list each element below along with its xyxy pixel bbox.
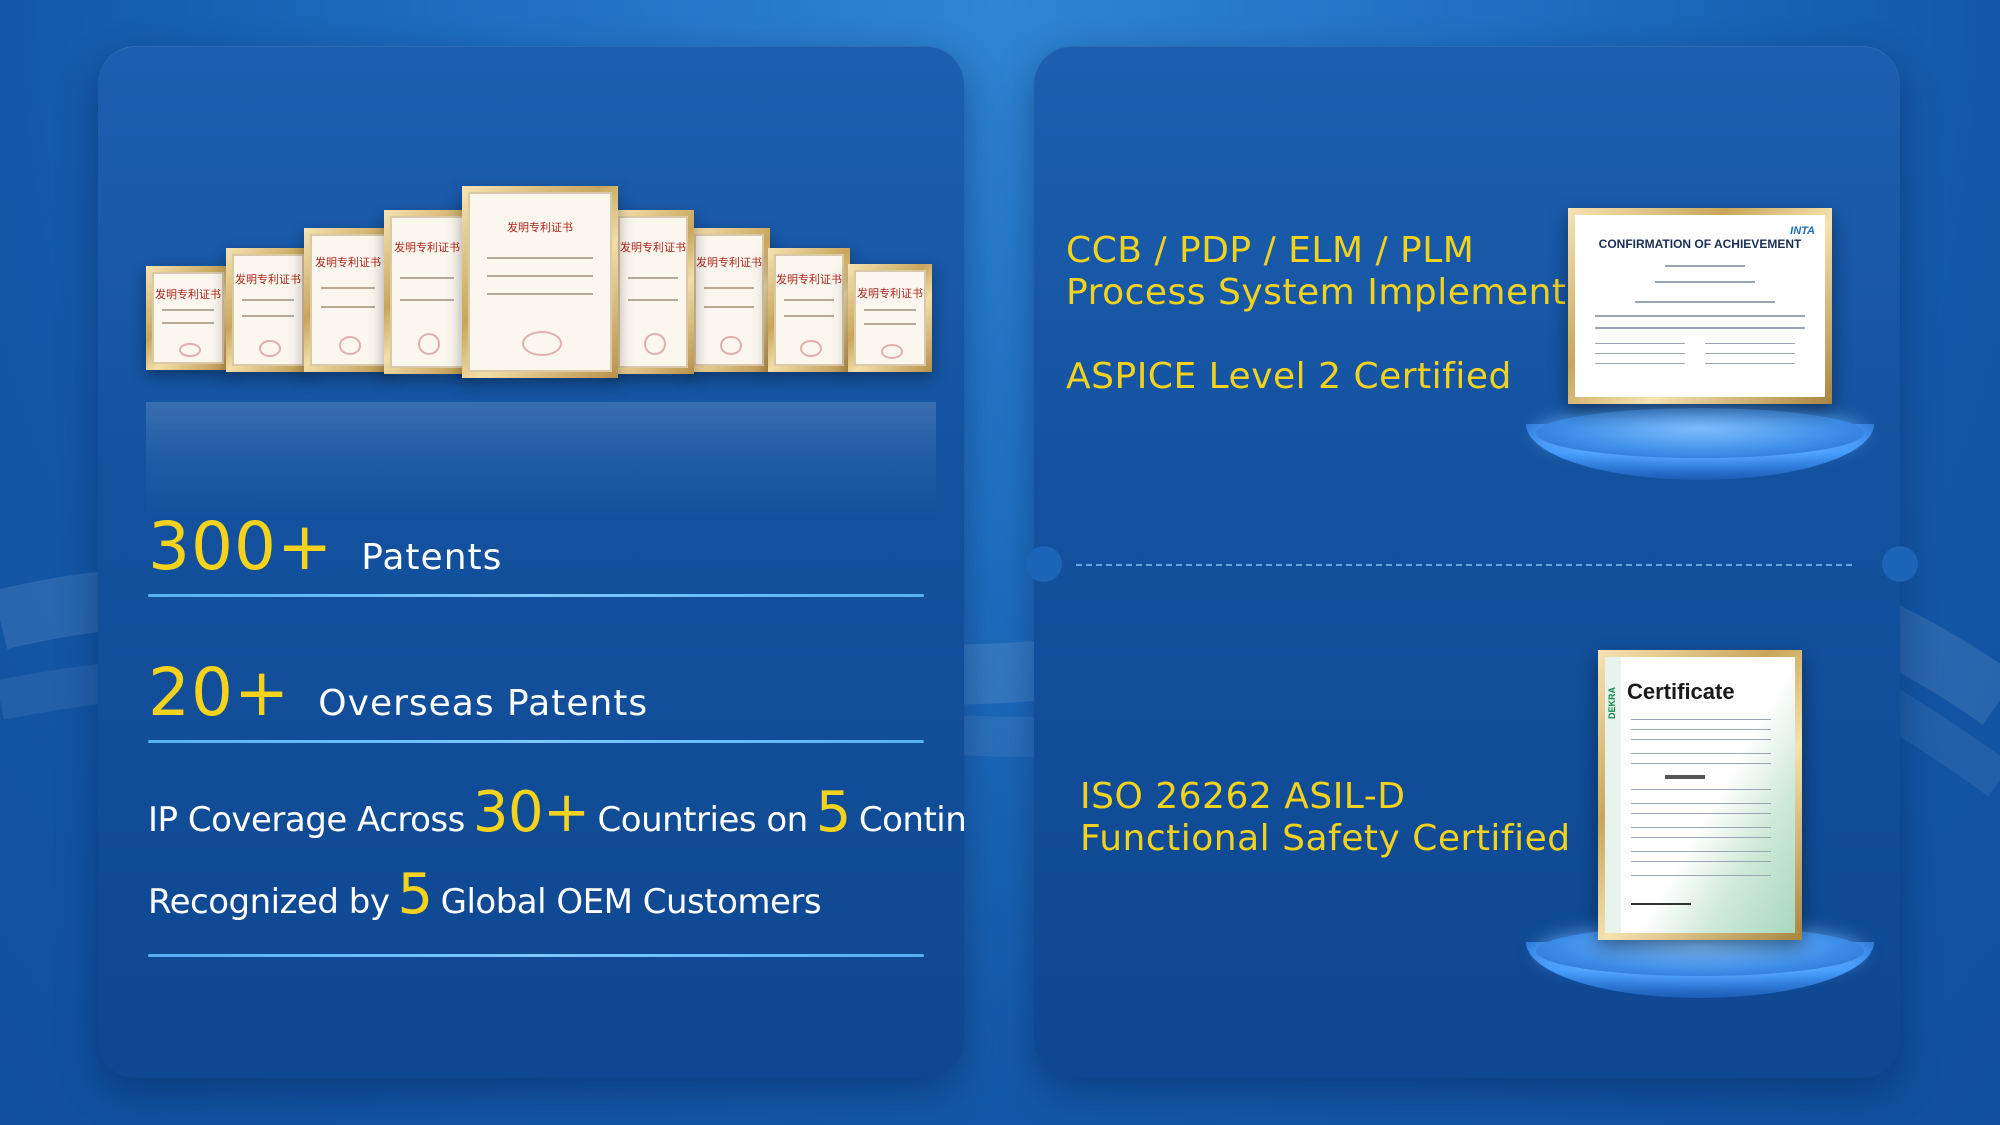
- patent-certificate: 发明专利证书: [146, 266, 230, 370]
- process-system-text: CCB / PDP / ELM / PLM Process System Imp…: [1066, 230, 1613, 313]
- patent-certificate: 发明专利证书: [384, 210, 470, 374]
- patent-certificate: 发明专利证书: [226, 248, 310, 372]
- iso-certificate-title: Certificate: [1627, 679, 1735, 704]
- iso-26262-text: ISO 26262 ASIL-D Functional Safety Certi…: [1080, 776, 1571, 859]
- patent-certificate: 发明专利证书: [612, 210, 694, 374]
- divider: [148, 594, 924, 597]
- patent-certificate: 发明专利证书: [768, 248, 850, 372]
- overseas-patents-count: 20+: [148, 654, 291, 731]
- iso-certificate: DEKRA Certificate: [1598, 650, 1802, 940]
- patent-certificate: 发明专利证书: [304, 228, 392, 372]
- aspice-certificate: CONFIRMATION OF ACHIEVEMENT INTA: [1568, 208, 1832, 404]
- divider: [148, 740, 924, 743]
- card-notch: [1882, 546, 1918, 582]
- patent-certificate-main: 发明专利证书: [462, 186, 618, 378]
- patents-label: Patents: [361, 537, 503, 578]
- patent-certificate: 发明专利证书: [848, 264, 932, 372]
- patent-certificates-row: 发明专利证书 发明专利证书 发明专利证书 发明专利证书 发明专利证书 发明专利证…: [146, 140, 936, 400]
- dekra-logo: DEKRA: [1607, 687, 1617, 720]
- dashed-divider: [1076, 564, 1852, 566]
- patents-count: 300+: [148, 508, 334, 585]
- patents-card: 发明专利证书 发明专利证书 发明专利证书 发明专利证书 发明专利证书 发明专利证…: [98, 46, 964, 1078]
- patent-certificate: 发明专利证书: [688, 228, 770, 372]
- overseas-patents-label: Overseas Patents: [318, 683, 649, 724]
- divider: [148, 954, 924, 957]
- aspice-certificate-title: CONFIRMATION OF ACHIEVEMENT: [1598, 237, 1802, 251]
- oem-customers-line: Recognized by 5 Global OEM Customers: [148, 862, 822, 927]
- ip-coverage-line: IP Coverage Across 30+ Countries on 5 Co…: [148, 780, 964, 845]
- overseas-patents-stat: 20+ Overseas Patents: [148, 654, 648, 731]
- certifications-card: CCB / PDP / ELM / PLM Process System Imp…: [1034, 46, 1900, 1078]
- aspice-text: ASPICE Level 2 Certified: [1066, 356, 1512, 397]
- inta-logo: INTA: [1790, 225, 1815, 237]
- patents-stat: 300+ Patents: [148, 508, 502, 585]
- card-notch: [1026, 546, 1062, 582]
